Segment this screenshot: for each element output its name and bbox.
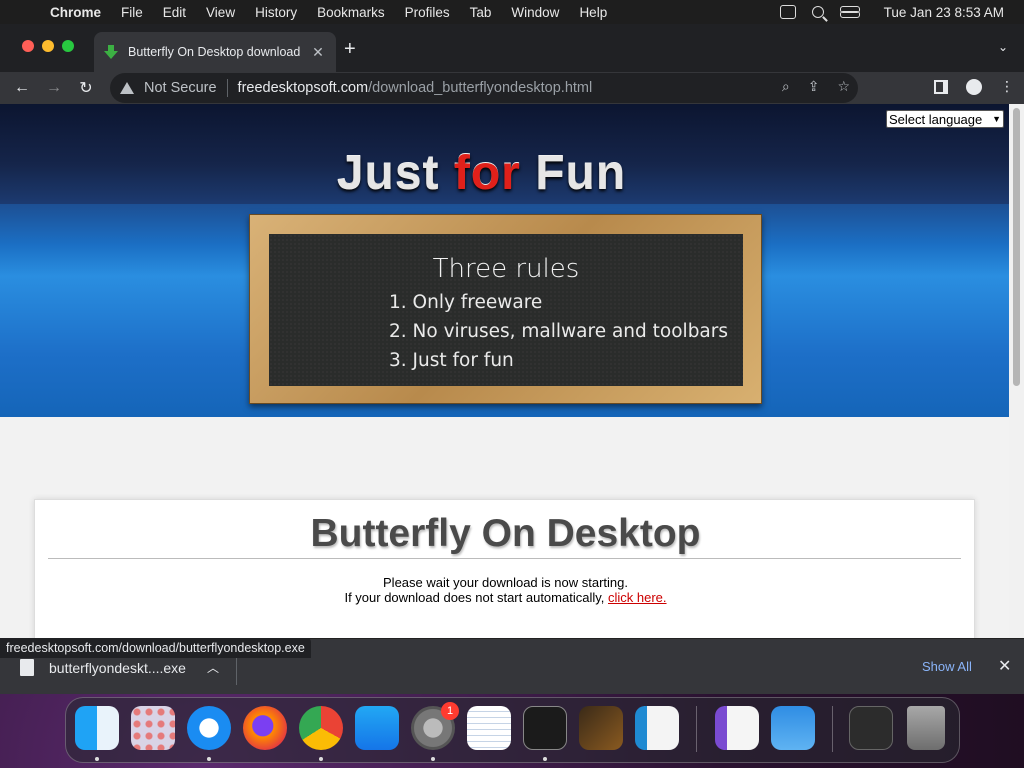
menu-bar: Chrome File Edit View History Bookmarks … bbox=[0, 0, 1024, 24]
dock-separator bbox=[696, 706, 697, 752]
menu-bookmarks[interactable]: Bookmarks bbox=[307, 5, 395, 20]
menu-app-chrome[interactable]: Chrome bbox=[40, 5, 111, 20]
menu-window[interactable]: Window bbox=[501, 5, 569, 20]
file-icon bbox=[20, 659, 34, 676]
safari-icon[interactable] bbox=[187, 706, 231, 750]
download-favicon-icon bbox=[104, 45, 118, 59]
close-tab-icon[interactable]: ✕ bbox=[310, 44, 326, 61]
control-center-icon[interactable] bbox=[839, 6, 860, 18]
close-window-button[interactable] bbox=[22, 40, 34, 52]
finder-running-indicator bbox=[95, 757, 99, 761]
chrome-window: Butterfly On Desktop download ✕ + ⌄ ← → … bbox=[0, 24, 1024, 694]
side-panel-icon[interactable] bbox=[934, 79, 948, 94]
download-message-line1: Please wait your download is now startin… bbox=[383, 575, 628, 590]
tab-search-chevron-icon[interactable]: ⌄ bbox=[998, 40, 1008, 54]
menu-help[interactable]: Help bbox=[569, 5, 617, 20]
profile-avatar-icon[interactable] bbox=[966, 78, 982, 95]
download-message-text: If your download does not start automati… bbox=[344, 590, 605, 605]
fullscreen-window-button[interactable] bbox=[62, 40, 74, 52]
app-store-icon[interactable] bbox=[355, 706, 399, 750]
forward-arrow-icon[interactable]: → bbox=[38, 79, 70, 97]
chrome-menu-icon[interactable]: ⋮ bbox=[1000, 78, 1014, 95]
notification-badge: 1 bbox=[441, 702, 459, 720]
firefox-icon[interactable] bbox=[243, 706, 287, 750]
bookmark-star-icon[interactable]: ☆ bbox=[837, 78, 850, 95]
tab-strip: Butterfly On Desktop download ✕ + ⌄ bbox=[0, 24, 1024, 72]
chalkboard-frame: Three rules 1. Only freeware 2. No virus… bbox=[249, 214, 762, 404]
url-host: freedesktopsoft.com bbox=[237, 80, 369, 96]
logo-word-for: for bbox=[453, 147, 521, 200]
dock bbox=[65, 697, 960, 763]
logo-word-just: Just bbox=[336, 147, 440, 200]
show-all-button[interactable]: Show All bbox=[922, 659, 972, 674]
page-viewport: Just for Fun Select language ▼ Three rul… bbox=[0, 104, 1024, 638]
address-bar[interactable]: Not Secure freedesktopsoft.com/download_… bbox=[110, 73, 858, 103]
chalkboard: Three rules 1. Only freeware 2. No virus… bbox=[269, 234, 743, 386]
site-banner: Just for Fun Select language ▼ Three rul… bbox=[0, 104, 1009, 417]
visual-studio-icon[interactable] bbox=[715, 706, 759, 750]
menubar-clock[interactable]: Tue Jan 23 8:53 AM bbox=[874, 5, 1014, 20]
vscode-icon[interactable] bbox=[635, 706, 679, 750]
dock-separator bbox=[832, 706, 833, 752]
logo-word-fun: Fun bbox=[535, 147, 627, 200]
language-select[interactable]: Select language ▼ bbox=[886, 110, 1004, 128]
new-tab-icon[interactable]: + bbox=[344, 38, 356, 61]
minimize-window-button[interactable] bbox=[42, 40, 54, 52]
weather-icon[interactable] bbox=[771, 706, 815, 750]
close-download-shelf-icon[interactable]: ✕ bbox=[998, 656, 1011, 676]
downloads-stack-icon[interactable] bbox=[849, 706, 893, 750]
menu-edit[interactable]: Edit bbox=[153, 5, 196, 20]
page-scrollbar[interactable] bbox=[1009, 104, 1024, 638]
terminal-icon[interactable] bbox=[523, 706, 567, 750]
screen-mirroring-icon[interactable] bbox=[779, 5, 796, 19]
download-message-line2: If your download does not start automati… bbox=[35, 590, 976, 605]
zoom-search-icon[interactable]: ⌕ bbox=[782, 78, 790, 95]
rule-2: 2. No viruses, mallware and toolbars bbox=[389, 321, 729, 342]
download-filename[interactable]: butterflyondeskt....exe bbox=[49, 660, 186, 676]
address-divider bbox=[226, 79, 228, 97]
settings-running-indicator bbox=[431, 757, 435, 761]
trash-icon[interactable] bbox=[907, 706, 945, 750]
scrollbar-thumb[interactable] bbox=[1013, 108, 1020, 386]
download-options-chevron-icon[interactable]: ︿ bbox=[207, 659, 219, 676]
spotlight-search-icon[interactable] bbox=[811, 6, 824, 18]
page-heading: Butterfly On Desktop bbox=[310, 512, 701, 555]
site-logo[interactable]: Just for Fun bbox=[0, 146, 963, 201]
garageband-icon[interactable] bbox=[579, 706, 623, 750]
menu-history[interactable]: History bbox=[245, 5, 307, 20]
textedit-icon[interactable] bbox=[467, 706, 511, 750]
chrome-icon[interactable] bbox=[299, 706, 343, 750]
download-card: Butterfly On Desktop Please wait your do… bbox=[34, 499, 975, 638]
menu-tab[interactable]: Tab bbox=[460, 5, 502, 20]
finder-icon[interactable] bbox=[75, 706, 119, 750]
reload-icon[interactable]: ↻ bbox=[70, 78, 102, 98]
tab-title: Butterfly On Desktop download bbox=[128, 45, 301, 59]
menu-file[interactable]: File bbox=[111, 5, 153, 20]
launchpad-icon[interactable] bbox=[131, 706, 175, 750]
back-arrow-icon[interactable]: ← bbox=[6, 79, 38, 97]
language-select-value: Select language bbox=[889, 111, 983, 127]
menu-view[interactable]: View bbox=[196, 5, 245, 20]
url-path: /download_butterflyondesktop.html bbox=[368, 80, 593, 96]
rule-3: 3. Just for fun bbox=[389, 350, 514, 371]
browser-toolbar: ← → ↻ Not Secure freedesktopsoft.com/dow… bbox=[0, 72, 1024, 104]
click-here-link[interactable]: click here. bbox=[608, 590, 667, 605]
link-status-bubble: freedesktopsoft.com/download/butterflyon… bbox=[0, 638, 311, 658]
safari-running-indicator bbox=[207, 757, 211, 761]
board-title: Three rules bbox=[432, 254, 580, 284]
tab-active[interactable]: Butterfly On Desktop download ✕ bbox=[94, 32, 336, 72]
terminal-running-indicator bbox=[543, 757, 547, 761]
select-chevron-icon: ▼ bbox=[992, 114, 1001, 124]
warning-triangle-icon bbox=[120, 82, 134, 94]
share-icon[interactable]: ⇪ bbox=[808, 78, 820, 95]
heading-divider bbox=[48, 558, 961, 559]
rule-1: 1. Only freeware bbox=[389, 292, 543, 313]
not-secure-label[interactable]: Not Secure bbox=[144, 80, 217, 96]
menu-profiles[interactable]: Profiles bbox=[395, 5, 460, 20]
chrome-running-indicator bbox=[319, 757, 323, 761]
